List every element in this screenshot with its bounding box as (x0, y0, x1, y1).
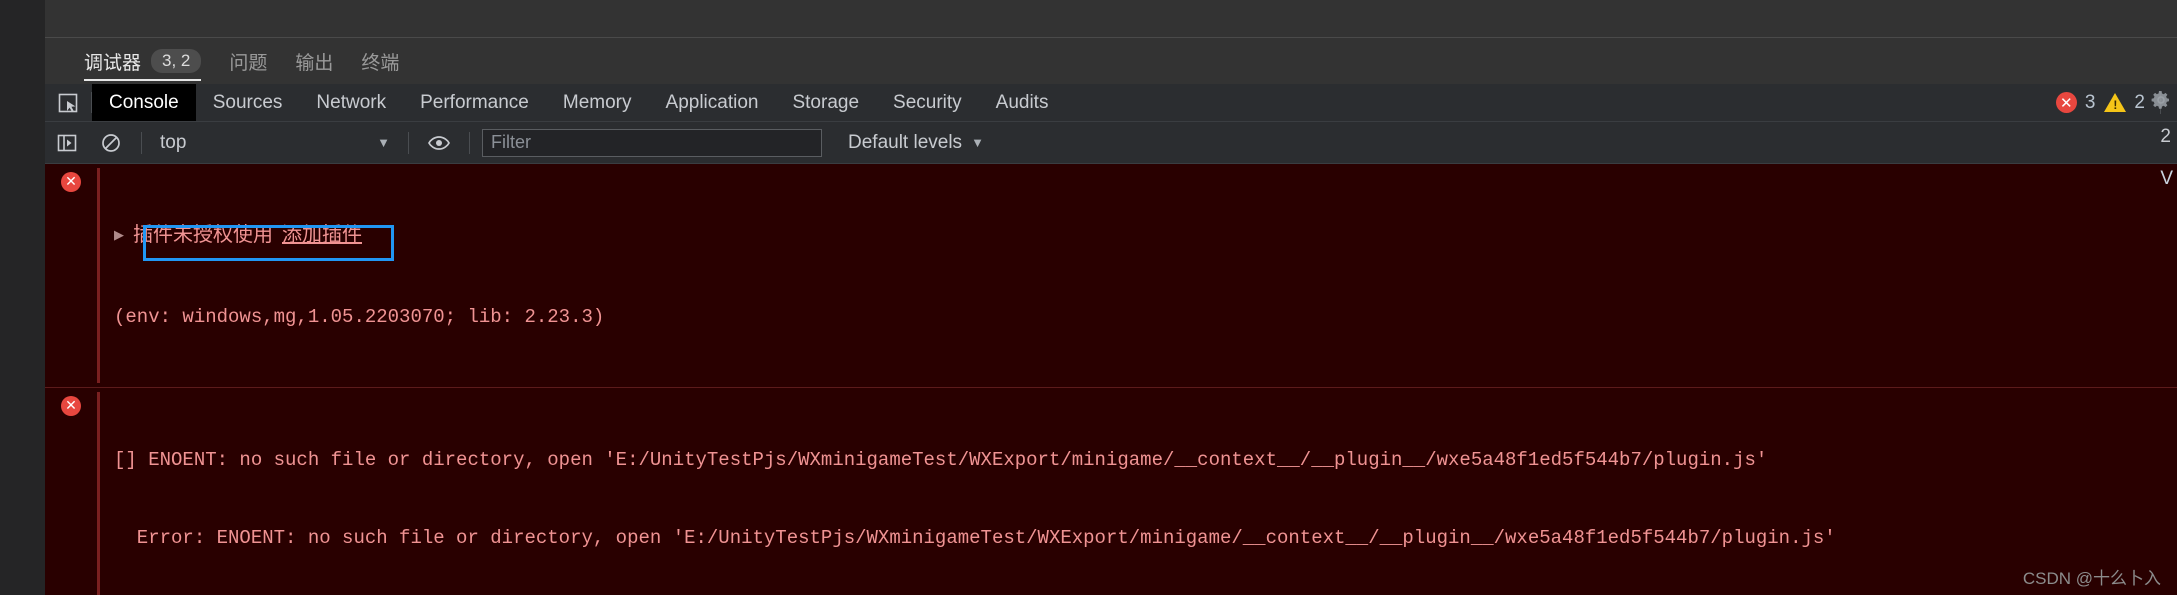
warning-count-badge[interactable]: ! 2 (2104, 92, 2145, 114)
error-circle-icon: ✕ (61, 396, 81, 417)
panel-tab-bar: 调试器 3, 2 问题 输出 终端 (45, 38, 2177, 84)
expand-triangle-icon[interactable]: ▶ (114, 227, 124, 245)
log-levels-selector[interactable]: Default levels ▼ (848, 132, 984, 154)
clear-console-icon[interactable] (89, 122, 133, 164)
sidebar-toggle-icon[interactable] (45, 122, 89, 164)
panel-tab-debugger[interactable]: 调试器 3, 2 (70, 38, 215, 84)
console-toolbar: top ▼ Default levels ▼ (45, 122, 2177, 164)
warning-exclamation: ! (2113, 98, 2118, 112)
filter-input[interactable] (482, 128, 822, 157)
log-levels-value: Default levels (848, 131, 963, 153)
panel-tab-debugger-label: 调试器 (84, 52, 142, 74)
add-plugin-link[interactable]: 添加插件 (282, 222, 362, 250)
stack-line: Error: ENOENT: no such file or directory… (114, 527, 1836, 550)
devtools-tab-bar: Console Sources Network Performance Memo… (45, 84, 2177, 122)
devtools-tab-memory[interactable]: Memory (546, 84, 649, 121)
devtools-tab-audits[interactable]: Audits (979, 84, 1066, 121)
execution-context-selector[interactable]: top ▼ (150, 122, 400, 164)
panel-tab-output-label: 输出 (295, 52, 334, 74)
warning-count-value: 2 (2134, 91, 2145, 113)
panel-tab-terminal-label: 终端 (361, 52, 400, 74)
plugin-error-content: ▶ 插件未授权使用 添加插件 (env: windows,mg,1.05.220… (114, 168, 2177, 383)
panel-tab-debugger-badge: 3, 2 (151, 48, 202, 74)
stack-line: [] ENOENT: no such file or directory, op… (114, 448, 1768, 471)
chevron-down-icon: ▼ (377, 135, 390, 150)
console-toolbar-right-marker: 2 (2160, 126, 2171, 147)
console-right-marker: V (2160, 168, 2173, 189)
plugin-error-title-row: ▶ 插件未授权使用 添加插件 (114, 222, 2177, 250)
devtools-tabs: Console Sources Network Performance Memo… (92, 84, 1065, 121)
inspect-element-icon[interactable] (45, 84, 91, 121)
error-count-value: 3 (2084, 91, 2096, 113)
watermark-text: CSDN @十么卜入 (2022, 569, 2161, 588)
message-icon-cell-2: ✕ (45, 392, 97, 417)
message-icon-cell: ✕ (45, 168, 97, 192)
console-message-enoent-error[interactable]: ✕ [] ENOENT: no such file or directory, … (45, 388, 2177, 595)
enoent-error-content: [] ENOENT: no such file or directory, op… (114, 392, 2177, 595)
console-message-plugin-error[interactable]: ✕ ▶ 插件未授权使用 添加插件 (env: windows,mg,1.05.2… (45, 164, 2177, 389)
devtools-tab-network[interactable]: Network (299, 84, 403, 121)
devtools-tab-sources[interactable]: Sources (196, 84, 300, 121)
gear-icon[interactable] (2149, 88, 2173, 117)
plugin-error-title: 插件未授权使用 (133, 224, 273, 247)
chevron-down-icon-levels: ▼ (971, 135, 984, 150)
devtools-tab-storage[interactable]: Storage (775, 84, 876, 121)
toolbar-separator-1 (141, 131, 142, 154)
panel-tab-terminal[interactable]: 终端 (347, 38, 413, 84)
devtools-tab-performance[interactable]: Performance (403, 84, 546, 121)
devtools-tab-security[interactable]: Security (876, 84, 979, 121)
warning-triangle-icon: ! (2104, 93, 2127, 112)
toolbar-separator-3 (469, 131, 470, 154)
devtools-tab-console[interactable]: Console (92, 84, 196, 121)
message-side-bar (97, 168, 100, 384)
panel-tab-output[interactable]: 输出 (281, 38, 347, 84)
message-side-bar-2 (97, 392, 100, 595)
toolbar-separator-2 (408, 131, 409, 154)
live-expression-icon[interactable] (417, 122, 461, 164)
window-top-strip (45, 0, 2177, 37)
devtools-tab-application[interactable]: Application (649, 84, 776, 121)
execution-context-value: top (160, 131, 187, 153)
error-circle-icon: ✕ (2055, 92, 2077, 113)
console-message-list[interactable]: ✕ ▶ 插件未授权使用 添加插件 (env: windows,mg,1.05.2… (45, 164, 2177, 595)
panel-tab-problems-label: 问题 (229, 52, 268, 74)
panel-tab-problems[interactable]: 问题 (215, 38, 281, 84)
left-activity-rail (0, 0, 45, 595)
plugin-error-env-line: (env: windows,mg,1.05.2203070; lib: 2.23… (114, 306, 605, 329)
devtools-window: 调试器 3, 2 问题 输出 终端 Console Sources Networ… (0, 0, 2177, 595)
error-circle-icon: ✕ (61, 172, 81, 192)
error-count-badge[interactable]: ✕ 3 (2055, 91, 2096, 114)
